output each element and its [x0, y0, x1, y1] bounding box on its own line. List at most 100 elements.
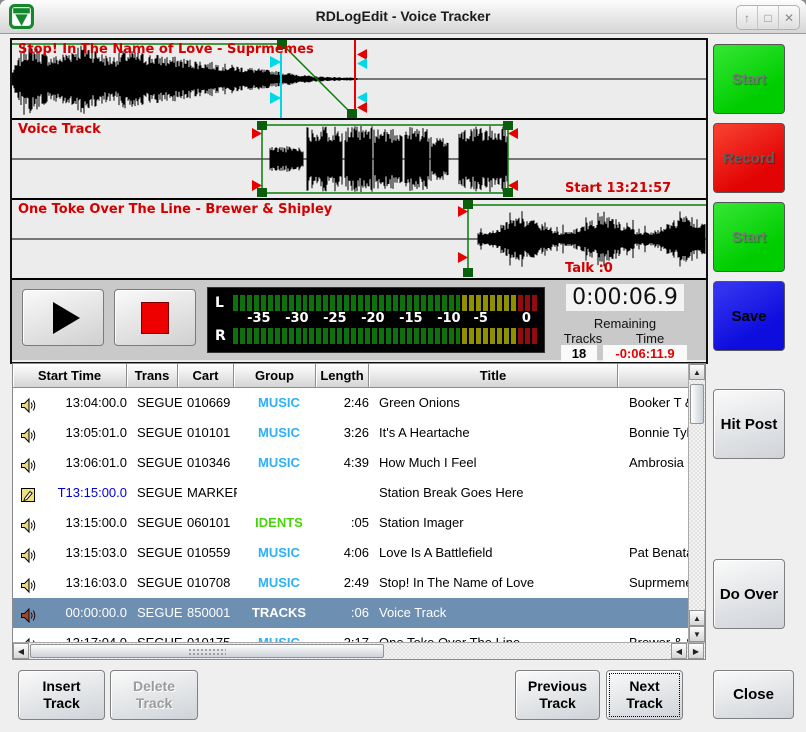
transport-bar: L -35-30-25-20-15-10-50 R 0:00:06.9 Rema… [12, 280, 706, 360]
row-artist [629, 478, 689, 508]
row-length: 2:49 [313, 568, 369, 598]
start-track1-button[interactable]: Start [713, 44, 785, 114]
scroll-left2-icon[interactable]: ◀ [671, 643, 687, 659]
window-maximize-button[interactable]: □ [758, 6, 779, 29]
next-track-button[interactable]: NextTrack [606, 670, 683, 720]
row-trans: SEGUE [137, 448, 185, 478]
play-button[interactable] [22, 289, 104, 346]
titlebar[interactable]: RDLogEdit - Voice Tracker ↑ □ ✕ [0, 0, 806, 34]
hscroll-thumb[interactable] [30, 644, 384, 658]
scroll-right-icon[interactable]: ▶ [688, 643, 704, 659]
row-cart: 010559 [187, 538, 237, 568]
stop-button[interactable] [114, 289, 196, 346]
row-trans: SEGUE [137, 508, 185, 538]
speaker-icon [20, 457, 37, 474]
row-group: MUSIC [238, 418, 320, 448]
row-cart: 010669 [187, 388, 237, 418]
row-title: Green Onions [379, 388, 625, 418]
row-title: Love Is A Battlefield [379, 538, 625, 568]
vu-meter: L -35-30-25-20-15-10-50 R [207, 287, 545, 353]
row-start-time: 13:15:03.0 [41, 538, 127, 568]
column-header-cart[interactable]: Cart [178, 364, 234, 388]
elapsed-time-display: 0:00:06.9 [566, 284, 684, 311]
speaker-icon [20, 607, 37, 624]
row-artist: Brewer & S [629, 628, 689, 642]
window-close-button[interactable]: ✕ [779, 6, 799, 29]
table-rows-viewport: 13:04:00.0 SEGUE 010669 MUSIC 2:46 Green… [13, 388, 689, 642]
speaker-icon [20, 397, 37, 414]
row-length: :06 [313, 598, 369, 628]
row-artist [629, 508, 689, 538]
table-row[interactable]: T13:15:00.0 SEGUE MARKER Station Break G… [13, 478, 689, 508]
row-artist: Pat Benatar [629, 538, 689, 568]
row-title: Station Break Goes Here [379, 478, 625, 508]
vu-right-label: R [215, 328, 231, 344]
row-group: MUSIC [238, 568, 320, 598]
table-row[interactable]: 13:16:03.0 SEGUE 010708 MUSIC 2:49 Stop!… [13, 568, 689, 598]
row-type-icon [20, 508, 40, 538]
vscroll-thumb[interactable] [690, 384, 704, 424]
window-shade-button[interactable]: ↑ [737, 6, 758, 29]
scroll-down-icon[interactable]: ▼ [689, 626, 705, 642]
row-trans: SEGUE [137, 478, 185, 508]
log-event-table: Start Time Trans Cart Group Length Title… [12, 363, 706, 660]
row-trans: SEGUE [137, 628, 185, 642]
do-over-button[interactable]: Do Over [713, 559, 785, 629]
row-trans: SEGUE [137, 388, 185, 418]
row-type-icon [20, 538, 40, 568]
scroll-up-icon[interactable]: ▲ [689, 364, 705, 380]
row-title: How Much I Feel [379, 448, 625, 478]
record-button[interactable]: Record [713, 123, 785, 193]
track-3-title: One Toke Over The Line - Brewer & Shiple… [18, 202, 332, 217]
start-track3-button[interactable]: Start [713, 202, 785, 272]
speaker-icon [20, 427, 37, 444]
previous-track-button[interactable]: PreviousTrack [515, 670, 600, 720]
row-artist: Bonnie Tyle [629, 418, 689, 448]
table-row[interactable]: 13:15:00.0 SEGUE 060101 IDENTS :05 Stati… [13, 508, 689, 538]
row-type-icon [20, 388, 40, 418]
tracks-remaining-value: 18 [561, 345, 597, 362]
close-button[interactable]: Close [713, 670, 794, 719]
row-trans: SEGUE [137, 538, 185, 568]
column-header-title[interactable]: Title [369, 364, 618, 388]
row-start-time: 00:00:00.0 [41, 598, 127, 628]
vu-right-bar [233, 328, 537, 344]
column-header-trans[interactable]: Trans [127, 364, 178, 388]
track-1-title: Stop! In The Name of Love - Suprmemes [18, 42, 314, 57]
scroll-up2-icon[interactable]: ▲ [689, 610, 705, 626]
hit-post-button[interactable]: Hit Post [713, 389, 785, 459]
row-cart: MARKER [187, 478, 237, 508]
table-row[interactable]: 13:15:03.0 SEGUE 010559 MUSIC 4:06 Love … [13, 538, 689, 568]
row-length: 4:39 [313, 448, 369, 478]
horizontal-scrollbar[interactable]: ◀ ◀ ▶ [13, 642, 705, 659]
column-header-group[interactable]: Group [234, 364, 316, 388]
speaker-icon [20, 517, 37, 534]
waveform-track-outgoing[interactable]: Stop! In The Name of Love - Suprmemes [12, 40, 706, 120]
column-header-length[interactable]: Length [316, 364, 369, 388]
row-group: MUSIC [238, 628, 320, 642]
vertical-scrollbar[interactable]: ▲ ▲ ▼ [688, 364, 705, 642]
column-header-artist[interactable] [618, 364, 689, 388]
vu-left-bar [233, 295, 537, 311]
save-button[interactable]: Save [713, 281, 785, 351]
row-cart: 010175 [187, 628, 237, 642]
table-row[interactable]: 13:17:04.0 SEGUE 010175 MUSIC 3:17 One T… [13, 628, 689, 642]
insert-track-button[interactable]: InsertTrack [18, 670, 105, 720]
row-cart: 010346 [187, 448, 237, 478]
row-type-icon [20, 628, 40, 642]
table-row[interactable]: 13:05:01.0 SEGUE 010101 MUSIC 3:26 It's … [13, 418, 689, 448]
row-start-time: 13:16:03.0 [41, 568, 127, 598]
scroll-left-icon[interactable]: ◀ [13, 643, 29, 659]
row-title: It's A Heartache [379, 418, 625, 448]
delete-track-button[interactable]: DeleteTrack [110, 670, 198, 720]
table-row[interactable]: 00:00:00.0 SEGUE 850001 TRACKS :06 Voice… [13, 598, 689, 628]
table-row[interactable]: 13:06:01.0 SEGUE 010346 MUSIC 4:39 How M… [13, 448, 689, 478]
stop-icon [141, 302, 169, 334]
table-row[interactable]: 13:04:00.0 SEGUE 010669 MUSIC 2:46 Green… [13, 388, 689, 418]
column-header-start-time[interactable]: Start Time [13, 364, 127, 388]
row-trans: SEGUE [137, 598, 185, 628]
row-type-icon [20, 478, 40, 508]
waveform-track-voice[interactable]: Voice Track Start 13:21:57 [12, 120, 706, 200]
hscroll-grip [188, 648, 226, 657]
waveform-track-incoming[interactable]: One Toke Over The Line - Brewer & Shiple… [12, 200, 706, 280]
